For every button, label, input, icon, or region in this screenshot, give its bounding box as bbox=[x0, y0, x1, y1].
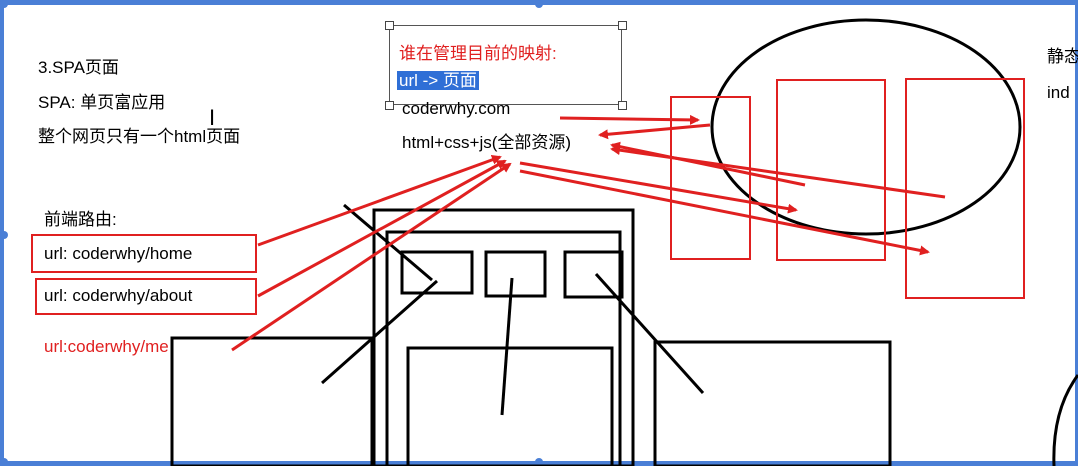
page-rect-3 bbox=[905, 78, 1025, 299]
text-cursor-icon: I bbox=[209, 105, 216, 130]
note-spa-heading: 3.SPA页面 bbox=[38, 58, 119, 77]
selected-url-page: url -> 页面 bbox=[397, 71, 479, 90]
mapping-selected-text[interactable]: url -> 页面 bbox=[397, 71, 479, 91]
sketch-tab-2 bbox=[484, 250, 547, 298]
right-edge-index: ind bbox=[1047, 83, 1070, 102]
sketch-left-panel bbox=[170, 336, 374, 466]
mapping-textbox[interactable] bbox=[389, 25, 622, 105]
url-home-label: url: coderwhy/home bbox=[44, 244, 193, 263]
resources-label: html+css+js(全部资源) bbox=[402, 133, 572, 152]
url-about-label: url: coderwhy/about bbox=[44, 286, 193, 305]
textbox-handle-tl[interactable] bbox=[385, 21, 394, 30]
arrow-domain-to-page bbox=[559, 114, 700, 125]
arrow-rect3-to-res bbox=[610, 145, 946, 199]
arrow-me bbox=[231, 162, 512, 352]
arrow-page-to-res bbox=[598, 123, 711, 140]
note-spa-definition: SPA: 单页富应用 bbox=[38, 93, 166, 112]
right-edge-static: 静态 bbox=[1047, 47, 1078, 66]
textbox-handle-bl[interactable] bbox=[385, 101, 394, 110]
sketch-right-panel bbox=[653, 340, 892, 466]
mapping-question: 谁在管理目前的映射: bbox=[399, 44, 557, 63]
sketch-content bbox=[406, 346, 614, 466]
textbox-handle-tr[interactable] bbox=[618, 21, 627, 30]
textbox-handle-br[interactable] bbox=[618, 101, 627, 110]
sketch-arc bbox=[1052, 374, 1078, 466]
page-rect-1 bbox=[670, 96, 751, 260]
sketch-tab-1 bbox=[400, 250, 474, 295]
arrow-about bbox=[257, 159, 507, 298]
domain-label: coderwhy.com bbox=[402, 99, 511, 118]
url-me-label: url:coderwhy/me bbox=[44, 337, 169, 356]
sketch-ellipse bbox=[710, 18, 1022, 236]
router-title: 前端路由: bbox=[44, 210, 117, 229]
sketch-tab-3 bbox=[563, 250, 624, 299]
sketch-outer-window bbox=[372, 208, 635, 466]
note-single-html: 整个网页只有一个html页面 bbox=[38, 127, 241, 146]
sketch-line-2 bbox=[321, 279, 438, 385]
